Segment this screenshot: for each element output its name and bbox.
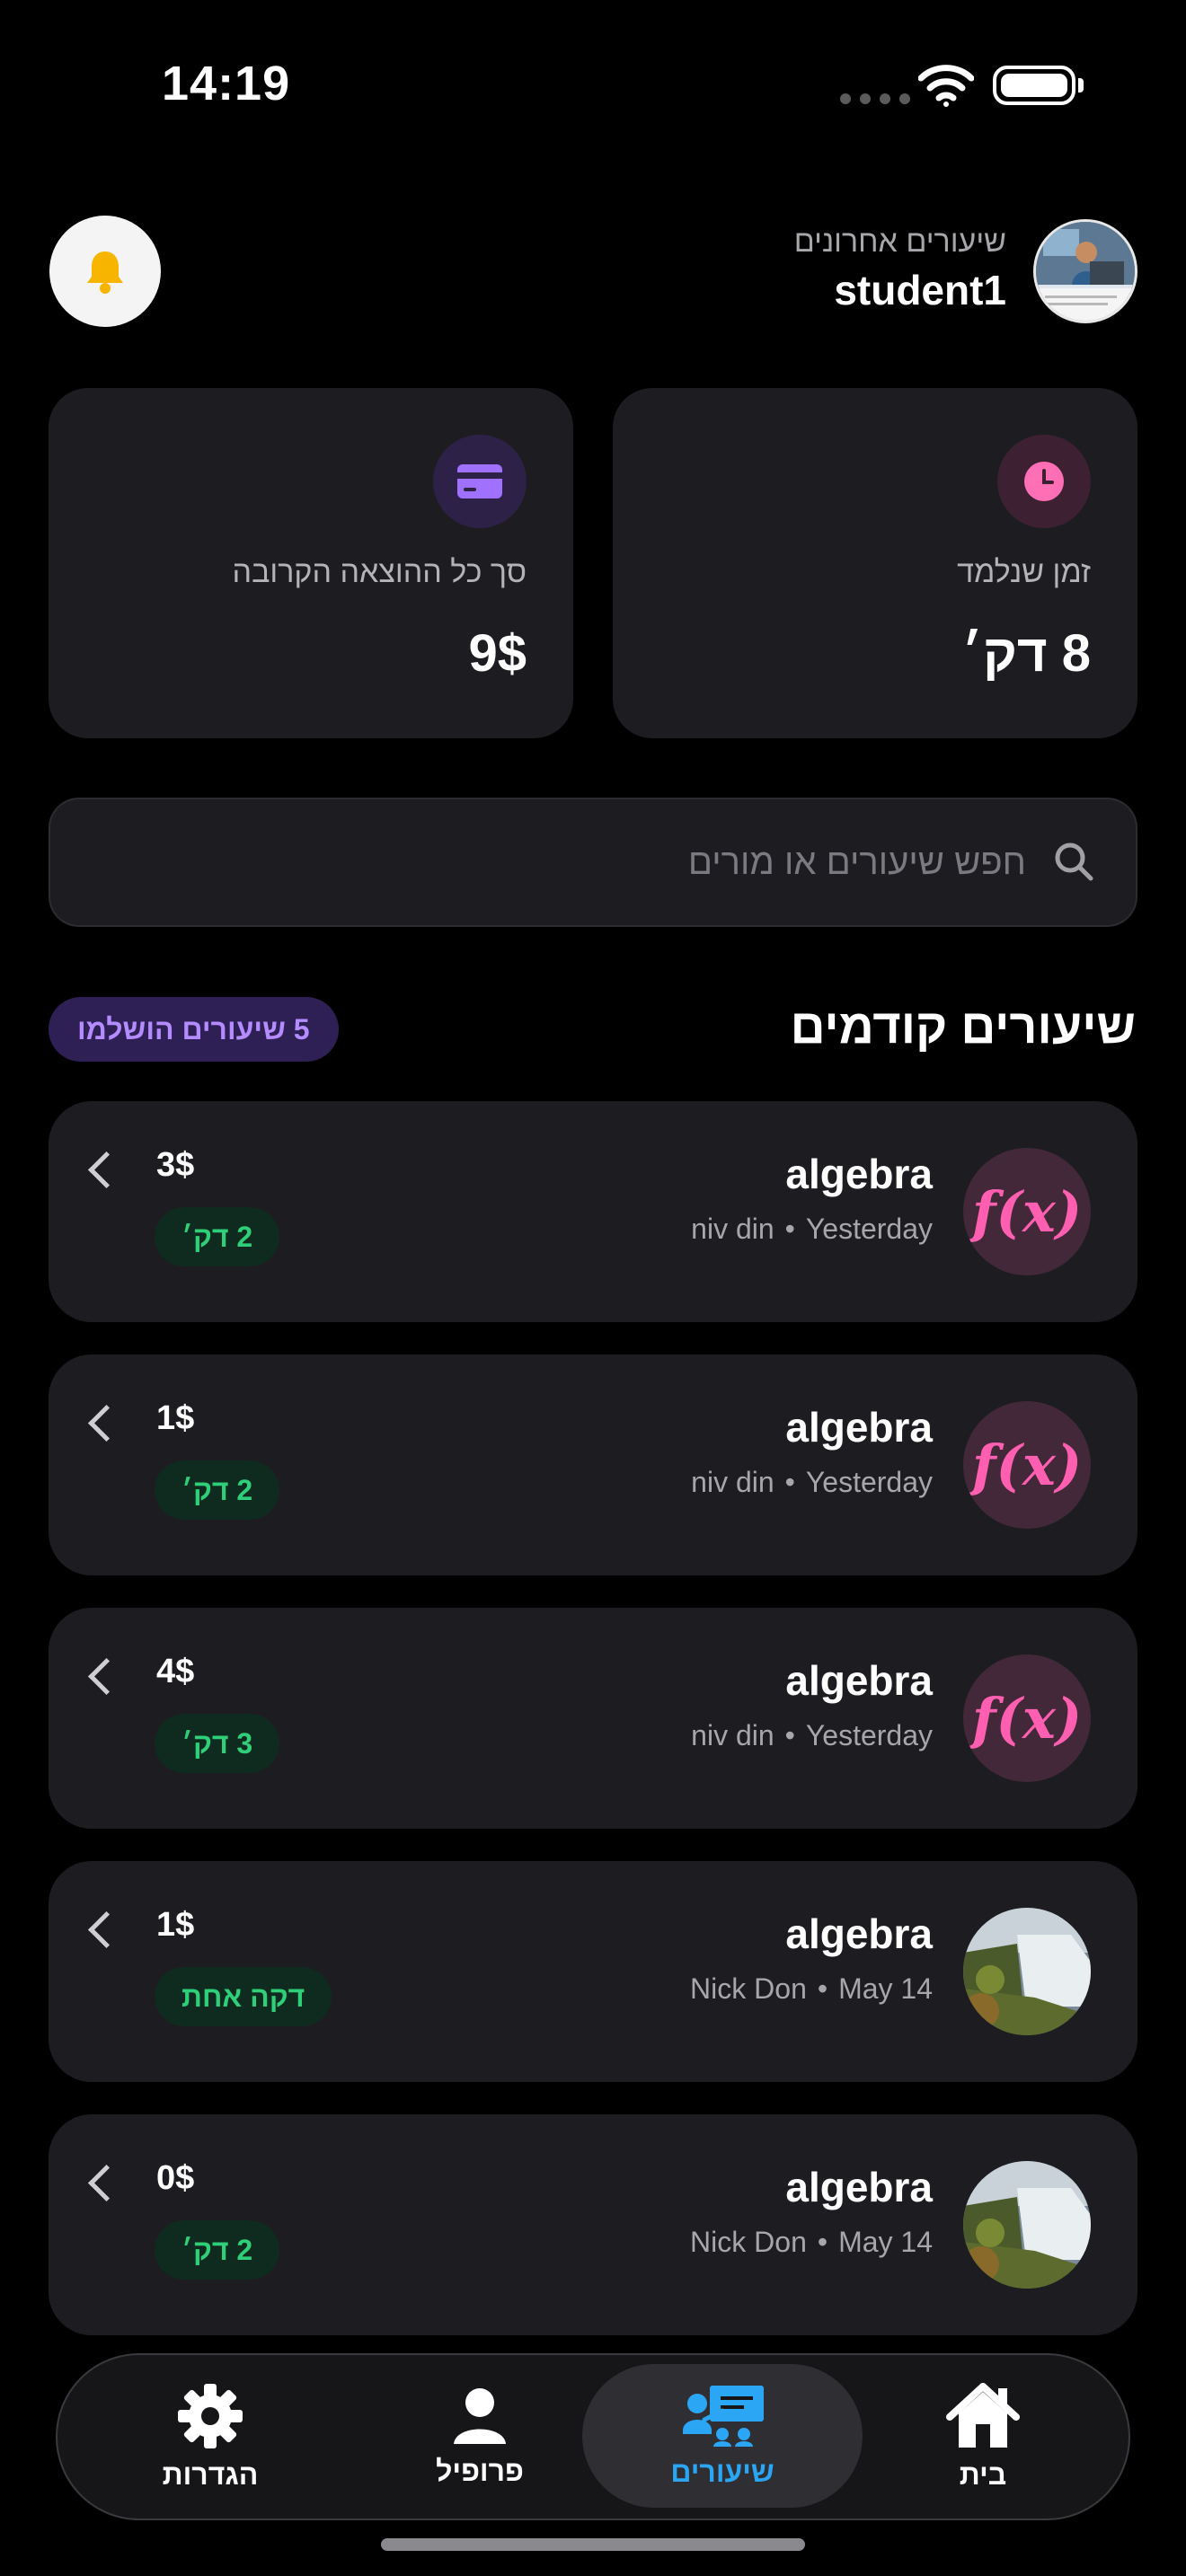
lesson-duration-badge: 2 דק׳ (155, 1207, 280, 1266)
tab-label: בית (959, 2457, 1007, 2491)
lesson-price: 4$ (156, 1653, 195, 1690)
lesson-price: 0$ (156, 2159, 195, 2197)
lesson-price: 1$ (156, 1399, 195, 1437)
function-icon: ƒ(x) (963, 1654, 1091, 1782)
lesson-date: May 14 (838, 2226, 933, 2258)
lesson-price: 3$ (156, 1146, 195, 1184)
search-bar[interactable] (49, 798, 1137, 927)
lesson-date: Yesterday (805, 1213, 933, 1245)
chevron-left-icon (87, 1910, 126, 1949)
teacher-avatar (963, 1908, 1091, 2035)
lesson-duration-badge: 2 דק׳ (155, 2220, 280, 2280)
lesson-date: Yesterday (805, 1466, 933, 1498)
stat-value: 8 דק׳ (961, 624, 1091, 683)
battery-icon (993, 66, 1075, 105)
lesson-card[interactable]: ƒ(x) algebra niv din • Yesterday 4$ 3 דק׳ (49, 1608, 1137, 1829)
header-subtitle: שיעורים אחרונים (793, 225, 1006, 259)
function-icon: ƒ(x) (963, 1148, 1091, 1275)
lesson-meta: Nick Don • May 14 (690, 1972, 933, 2005)
lesson-meta: niv din • Yesterday (691, 1213, 933, 1245)
bottom-tab-bar: הגדרות פרופיל שיעורים בית (56, 2353, 1130, 2520)
lesson-card[interactable]: algebra Nick Don • May 14 0$ 2 דק׳ (49, 2114, 1137, 2335)
person-icon (454, 2387, 506, 2444)
tab-label: שיעורים (670, 2455, 774, 2488)
lesson-duration-badge: 2 דק׳ (155, 1460, 280, 1520)
wifi-icon (918, 65, 974, 107)
user-avatar-photo (1036, 222, 1135, 321)
tab-lessons[interactable]: שיעורים (582, 2364, 863, 2508)
home-indicator (381, 2538, 805, 2551)
credit-card-icon (433, 435, 527, 528)
notifications-button[interactable] (49, 216, 161, 327)
battery-tip (1078, 78, 1084, 93)
lesson-duration-badge: דקה אחת (155, 1967, 332, 2026)
lesson-date: May 14 (838, 1972, 933, 2005)
gear-icon (178, 2383, 243, 2448)
username: student1 (834, 267, 1006, 313)
lesson-title: algebra (785, 1657, 933, 1704)
lesson-title: algebra (785, 1151, 933, 1197)
stat-card-spending: סך כל ההוצאה הקרובה 9$ (49, 388, 573, 738)
search-input[interactable] (86, 799, 1028, 925)
lesson-title: algebra (785, 1910, 933, 1957)
stat-label: סך כל ההוצאה הקרובה (232, 555, 527, 589)
lesson-meta: niv din • Yesterday (691, 1466, 933, 1498)
chevron-left-icon (87, 1657, 126, 1696)
teacher-avatar (963, 2161, 1091, 2289)
stat-label: זמן שנלמד (957, 555, 1091, 589)
lesson-meta: Nick Don • May 14 (690, 2226, 933, 2258)
tab-home[interactable]: בית (848, 2355, 1118, 2519)
waterfall-photo (963, 1908, 1091, 2035)
lesson-price: 1$ (156, 1906, 195, 1944)
tab-settings[interactable]: הגדרות (75, 2355, 345, 2519)
lesson-duration-badge: 3 דק׳ (155, 1714, 280, 1773)
lesson-card[interactable]: algebra Nick Don • May 14 1$ דקה אחת (49, 1861, 1137, 2082)
clock-icon (997, 435, 1091, 528)
lesson-teacher: Nick Don (690, 1972, 807, 2005)
tab-label: פרופיל (436, 2454, 524, 2487)
bell-icon (87, 251, 123, 294)
lesson-teacher: niv din (691, 1466, 774, 1498)
lesson-card[interactable]: ƒ(x) algebra niv din • Yesterday 3$ 2 דק׳ (49, 1101, 1137, 1322)
stat-value: 9$ (468, 624, 527, 683)
lesson-title: algebra (785, 2164, 933, 2210)
function-icon: ƒ(x) (963, 1401, 1091, 1529)
status-time: 14:19 (162, 57, 291, 110)
tab-label: הגדרות (162, 2457, 259, 2491)
lesson-teacher: Nick Don (690, 2226, 807, 2258)
lesson-title: algebra (785, 1404, 933, 1451)
lesson-teacher: niv din (691, 1213, 774, 1245)
lesson-teacher: niv din (691, 1719, 774, 1751)
cellular-signal-icon (840, 93, 910, 104)
section-title: שיעורים קודמים (790, 1000, 1136, 1054)
lesson-card[interactable]: ƒ(x) algebra niv din • Yesterday 1$ 2 דק׳ (49, 1354, 1137, 1575)
teacher-board-icon (683, 2385, 764, 2447)
search-icon (1055, 842, 1093, 881)
chevron-left-icon (87, 1404, 126, 1442)
home-icon (946, 2382, 1020, 2448)
stat-card-time-learned: זמן שנלמד 8 דק׳ (613, 388, 1137, 738)
chevron-left-icon (87, 2164, 126, 2202)
chevron-left-icon (87, 1151, 126, 1189)
waterfall-photo (963, 2161, 1091, 2289)
completed-count-badge: 5 שיעורים הושלמו (49, 997, 339, 1062)
tab-profile[interactable]: פרופיל (345, 2355, 615, 2519)
lesson-date: Yesterday (805, 1719, 933, 1751)
user-avatar[interactable] (1033, 219, 1137, 323)
lesson-meta: niv din • Yesterday (691, 1719, 933, 1751)
